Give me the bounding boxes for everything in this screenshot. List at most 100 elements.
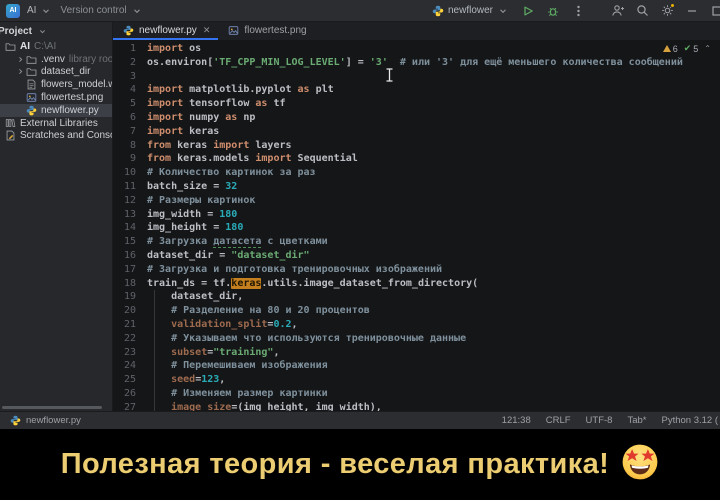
line-number[interactable]: 5 — [113, 97, 147, 111]
code-line[interactable]: 12# Размеры картинок — [113, 194, 720, 208]
code-line[interactable]: 10# Количество картинок за раз — [113, 166, 720, 180]
code-line[interactable]: 14img_height = 180 — [113, 221, 720, 235]
run-configuration-selector[interactable]: newflower — [431, 4, 510, 18]
chevron-right-icon[interactable] — [16, 56, 25, 63]
run-config-label: newflower — [448, 5, 493, 16]
code-line[interactable]: 20 # Разделение на 80 и 20 процентов — [113, 304, 720, 318]
code-line[interactable]: 23 subset="training", — [113, 346, 720, 360]
line-number[interactable]: 9 — [113, 152, 147, 166]
line-number[interactable]: 4 — [113, 83, 147, 97]
chevron-right-icon[interactable] — [16, 68, 25, 75]
code-line[interactable]: 22 # Указываем что используются трениров… — [113, 332, 720, 346]
status-widget[interactable]: CRLF — [546, 415, 571, 426]
line-number[interactable]: 22 — [113, 332, 147, 346]
code-line[interactable]: 17# Загрузка и подготовка тренировочных … — [113, 263, 720, 277]
horizontal-scrollbar-thumb[interactable] — [2, 406, 102, 409]
status-widget[interactable]: UTF-8 — [586, 415, 613, 426]
line-number[interactable]: 15 — [113, 235, 147, 249]
debug-button[interactable] — [546, 4, 560, 18]
line-number[interactable]: 27 — [113, 401, 147, 411]
code-line[interactable]: 27 image_size=(img_height, img_width), — [113, 401, 720, 411]
code-text: os.environ['TF_CPP_MIN_LOG_LEVEL'] = '3'… — [147, 56, 683, 70]
line-number[interactable]: 24 — [113, 359, 147, 373]
line-number[interactable]: 17 — [113, 263, 147, 277]
code-line[interactable]: 16dataset_dir = "dataset_dir" — [113, 249, 720, 263]
vcs-widget[interactable]: Version control — [60, 4, 143, 18]
code-line[interactable]: 6import numpy as np — [113, 111, 720, 125]
line-number[interactable]: 1 — [113, 42, 147, 56]
line-number[interactable]: 11 — [113, 180, 147, 194]
inspection-warnings[interactable]: 6 — [663, 44, 678, 54]
code-line[interactable]: 24 # Перемешиваем изображения — [113, 359, 720, 373]
line-number[interactable]: 23 — [113, 346, 147, 360]
tree-item[interactable]: Scratches and Consoles — [0, 130, 112, 143]
project-panel-header[interactable]: Project — [0, 22, 112, 40]
status-widget[interactable]: Tab* — [627, 415, 646, 426]
status-widget[interactable]: Python 3.12 ( — [661, 415, 718, 426]
code-line[interactable]: 18train_ds = tf.keras.utils.image_datase… — [113, 277, 720, 291]
settings-button[interactable] — [660, 4, 674, 18]
breadcrumb-file[interactable]: newflower.py — [8, 414, 81, 428]
inspection-passed[interactable]: ✔ 5 — [684, 43, 699, 54]
tree-item[interactable]: dataset_dir — [0, 66, 112, 79]
tree-item[interactable]: flowertest.png — [0, 91, 112, 104]
line-number[interactable]: 7 — [113, 125, 147, 139]
code-line[interactable]: 26 # Изменяем размер картинки — [113, 387, 720, 401]
chevron-up-icon[interactable]: ⌃ — [704, 44, 711, 53]
project-selector[interactable]: AI — [27, 4, 53, 18]
editor-tab[interactable]: newflower.py✕ — [113, 22, 218, 40]
code-line[interactable]: 8from keras import layers — [113, 139, 720, 153]
code-line[interactable]: 5import tensorflow as tf — [113, 97, 720, 111]
status-widget[interactable]: 121:38 — [502, 415, 531, 426]
line-number[interactable]: 25 — [113, 373, 147, 387]
tree-item[interactable]: newflower.py — [0, 104, 112, 117]
main-toolbar: AI AI Version control newflower — [0, 0, 720, 22]
inspections-widget[interactable]: 6 ✔ 5 ⌃ — [663, 43, 711, 54]
maximize-window-button[interactable] — [710, 4, 720, 18]
editor-tab[interactable]: flowertest.png — [218, 22, 314, 40]
tree-item[interactable]: AIC:\AI — [0, 40, 112, 53]
code-line[interactable]: 25 seed=123, — [113, 373, 720, 387]
line-number[interactable]: 21 — [113, 318, 147, 332]
code-text: # Указываем что используются тренировочн… — [147, 332, 466, 346]
code-line[interactable]: 3 — [113, 70, 720, 84]
code-line[interactable]: 13img_width = 180 — [113, 208, 720, 222]
code-line[interactable]: 19 dataset_dir, — [113, 290, 720, 304]
line-number[interactable]: 19 — [113, 290, 147, 304]
tab-label: flowertest.png — [244, 25, 306, 36]
line-number[interactable]: 14 — [113, 221, 147, 235]
run-button[interactable] — [521, 4, 535, 18]
tree-item[interactable]: flowers_model.weights.h5 — [0, 78, 112, 91]
code-text: train_ds = tf.keras.utils.image_dataset_… — [147, 277, 478, 291]
line-number[interactable]: 6 — [113, 111, 147, 125]
ide-logo[interactable]: AI — [6, 4, 20, 18]
line-number[interactable]: 8 — [113, 139, 147, 153]
minimize-window-button[interactable] — [685, 4, 699, 18]
close-tab-icon[interactable]: ✕ — [203, 25, 211, 36]
line-number[interactable]: 16 — [113, 249, 147, 263]
line-number[interactable]: 18 — [113, 277, 147, 291]
line-number[interactable]: 2 — [113, 56, 147, 70]
line-number[interactable]: 13 — [113, 208, 147, 222]
line-number[interactable]: 12 — [113, 194, 147, 208]
user-account-button[interactable] — [610, 4, 624, 18]
code-line[interactable]: 7import keras — [113, 125, 720, 139]
code-area[interactable]: 1import os2os.environ['TF_CPP_MIN_LOG_LE… — [113, 40, 720, 411]
code-line[interactable]: 21 validation_split=0.2, — [113, 318, 720, 332]
line-number[interactable]: 10 — [113, 166, 147, 180]
editor-area: newflower.py✕ flowertest.png 1import os2o… — [113, 22, 720, 411]
tree-item[interactable]: External Libraries — [0, 117, 112, 130]
code-line[interactable]: 1import os — [113, 42, 720, 56]
code-line[interactable]: 9from keras.models import Sequential — [113, 152, 720, 166]
line-number[interactable]: 3 — [113, 70, 147, 84]
code-editor[interactable]: 1import os2os.environ['TF_CPP_MIN_LOG_LE… — [113, 40, 720, 411]
search-everywhere-button[interactable] — [635, 4, 649, 18]
more-actions-button[interactable] — [571, 4, 585, 18]
code-line[interactable]: 15# Загрузка датасета с цветками — [113, 235, 720, 249]
code-line[interactable]: 11batch_size = 32 — [113, 180, 720, 194]
line-number[interactable]: 26 — [113, 387, 147, 401]
line-number[interactable]: 20 — [113, 304, 147, 318]
code-line[interactable]: 4import matplotlib.pyplot as plt — [113, 83, 720, 97]
code-line[interactable]: 2os.environ['TF_CPP_MIN_LOG_LEVEL'] = '3… — [113, 56, 720, 70]
tree-item[interactable]: .venvlibrary root — [0, 53, 112, 66]
